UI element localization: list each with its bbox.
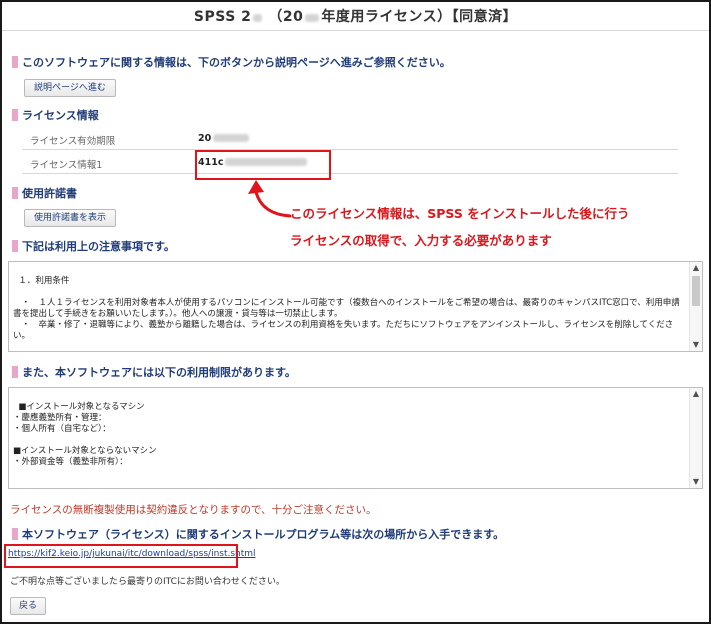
agreement-heading: 使用許諾書 xyxy=(12,185,77,201)
license-expiry-label: ライセンス有効期限 xyxy=(30,136,116,147)
page-title: SPSS 2 （20 年度用ライセンス）【同意済】 xyxy=(193,9,518,25)
redacted-year xyxy=(253,14,263,22)
license-row-expiry: ライセンス有効期限 20 xyxy=(22,127,678,150)
heading-bar-icon xyxy=(12,240,18,252)
license-heading: ライセンス情報 xyxy=(12,107,99,123)
install-heading: 本ソフトウェア（ライセンス）に関するインストールプログラム等は次の場所から入手で… xyxy=(12,526,504,542)
heading-bar-icon xyxy=(12,56,18,68)
back-button[interactable]: 戻る xyxy=(10,597,47,615)
install-link-highlight xyxy=(4,544,238,568)
license-info1-label: ライセンス情報1 xyxy=(30,160,103,171)
annotation-line-1: このライセンス情報は、SPSS をインストールした後に行う xyxy=(290,206,630,221)
scroll-down-icon[interactable]: ▼ xyxy=(690,476,702,488)
heading-bar-icon xyxy=(12,187,18,199)
notes-textarea[interactable]: １．利用条件 ・ １人１ライセンスを利用対象者本人が使用するパソコンにインストー… xyxy=(8,261,703,352)
title-divider xyxy=(2,30,709,31)
annotation-arrow-icon xyxy=(248,180,292,218)
info-heading: このソフトウェアに関する情報は、下のボタンから説明ページへ進みご参照ください。 xyxy=(12,54,451,70)
heading-bar-icon xyxy=(12,528,18,540)
license-row-info1: ライセンス情報1 411c xyxy=(22,151,678,174)
license-expiry-value: 20 xyxy=(198,133,250,144)
redacted-year-2 xyxy=(305,14,320,22)
notes-scrollbar[interactable]: ▲ ▼ xyxy=(689,262,702,351)
scroll-up-icon[interactable]: ▲ xyxy=(690,262,702,274)
scroll-thumb[interactable] xyxy=(692,276,700,306)
scroll-up-icon[interactable]: ▲ xyxy=(690,388,702,400)
notes-heading: 下記は利用上の注意事項です。 xyxy=(12,238,175,254)
heading-bar-icon xyxy=(12,366,18,378)
explanation-page-button[interactable]: 説明ページへ進む xyxy=(24,79,116,97)
restrictions-textarea[interactable]: ■インストール対象となるマシン ・慶應義塾所有・管理： ・個人所有（自宅など）：… xyxy=(8,387,703,489)
heading-bar-icon xyxy=(12,109,18,121)
copy-warning: ライセンスの無断複製使用は契約違反となりますので、十分ご注意ください。 xyxy=(10,504,377,516)
scroll-down-icon[interactable]: ▼ xyxy=(690,339,702,351)
restrictions-scrollbar[interactable]: ▲ ▼ xyxy=(689,388,702,488)
show-agreement-button[interactable]: 使用許諾書を表示 xyxy=(24,209,117,227)
contact-note: ご不明な点等ございましたら最寄りのITCにお問い合わせください。 xyxy=(10,577,285,587)
annotation-line-2: ライセンスの取得で、入力する必要があります xyxy=(290,233,552,248)
restrictions-heading: また、本ソフトウェアには以下の利用制限があります。 xyxy=(12,364,296,380)
